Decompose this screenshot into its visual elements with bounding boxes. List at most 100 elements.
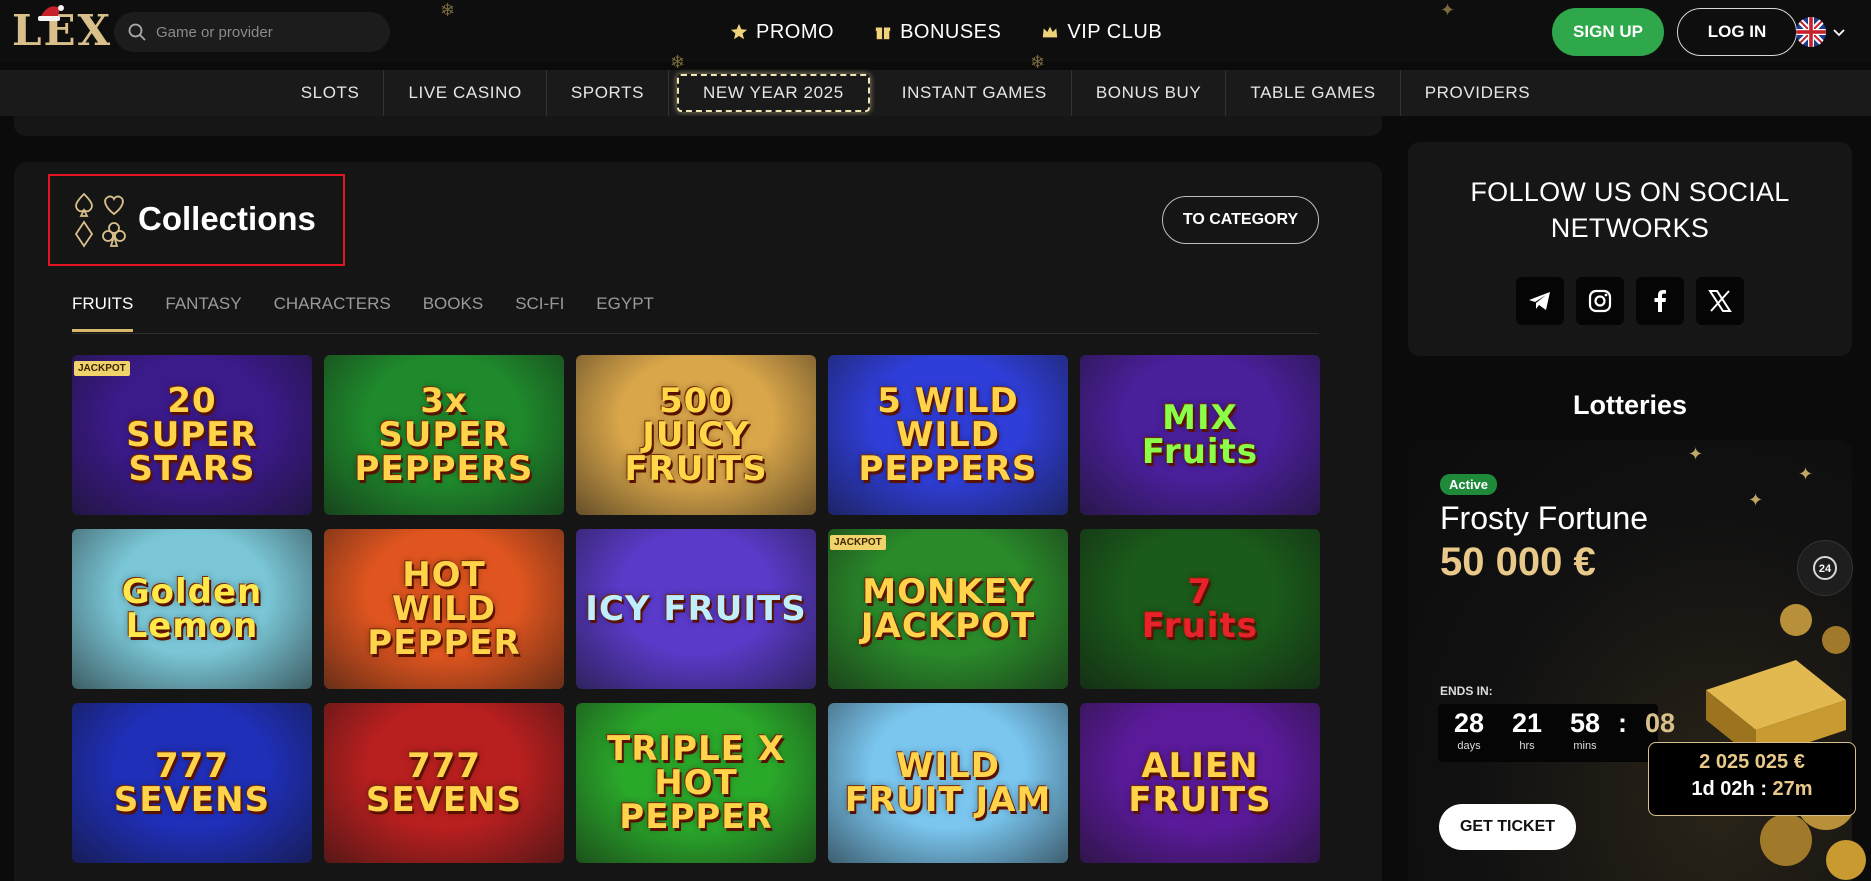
collection-tabs: FRUITS FANTASY CHARACTERS BOOKS SCI-FI E…	[72, 292, 654, 336]
card-suits-icon	[74, 192, 126, 248]
search-input[interactable]	[156, 12, 376, 52]
game-title: WILD FRUIT JAM	[844, 746, 1052, 820]
social-title: FOLLOW US ON SOCIAL NETWORKS	[1470, 177, 1790, 243]
countdown-days: 28 days	[1453, 708, 1485, 752]
game-title: ALIEN FRUITS	[1128, 746, 1272, 820]
nav-bonuses-label: BONUSES	[900, 20, 1002, 43]
search-icon	[128, 23, 146, 41]
jackpot-timer: 1d 02h : 27m	[1691, 778, 1813, 800]
star-icon	[730, 23, 748, 40]
cat-providers[interactable]: PROVIDERS	[1401, 70, 1555, 116]
tab-characters[interactable]: CHARACTERS	[274, 292, 391, 332]
telegram-icon	[1529, 292, 1550, 310]
countdown-mins: 58 mins	[1569, 708, 1601, 752]
nav-bonuses[interactable]: BONUSES	[874, 18, 1001, 46]
facebook-icon	[1654, 290, 1666, 312]
game-card[interactable]: 5 WILD WILD PEPPERS	[828, 355, 1068, 515]
gift-icon	[875, 27, 891, 40]
lottery-prize: 50 000 €	[1440, 540, 1596, 584]
nav-vip-club[interactable]: VIP CLUB	[1041, 18, 1162, 46]
game-title: HOT WILD PEPPER	[367, 555, 521, 663]
nav-promo-label: PROMO	[756, 20, 835, 43]
crown-icon	[1043, 26, 1058, 38]
game-card[interactable]: 777 SEVENS	[324, 703, 564, 863]
game-card[interactable]: MIX Fruits	[1080, 355, 1320, 515]
social-links	[1516, 277, 1744, 325]
x-icon	[1708, 290, 1732, 312]
game-title: 20 SUPER STARS	[126, 381, 258, 489]
game-title: Golden Lemon	[121, 572, 263, 646]
game-card[interactable]: TRIPLE X HOT PEPPER	[576, 703, 816, 863]
cat-bonus-buy[interactable]: BONUS BUY	[1072, 70, 1227, 116]
cat-new-year-2025[interactable]: NEW YEAR 2025	[677, 74, 870, 112]
get-ticket-button[interactable]: GET TICKET	[1439, 804, 1576, 850]
x-button[interactable]	[1696, 277, 1744, 325]
game-card[interactable]: 500 JUICY FRUITS	[576, 355, 816, 515]
site-logo[interactable]: LEX	[12, 5, 110, 54]
jackpot-badge: JACKPOT	[74, 361, 130, 376]
game-title: 3x SUPER PEPPERS	[354, 381, 534, 489]
game-title: 777 SEVENS	[365, 746, 523, 820]
cat-sports[interactable]: SPORTS	[547, 70, 670, 116]
game-card[interactable]: ICY FRUITS	[576, 529, 816, 689]
countdown-separator: :	[1618, 708, 1627, 738]
cat-instant-games[interactable]: INSTANT GAMES	[878, 70, 1072, 116]
lottery-status-badge: Active	[1440, 474, 1498, 495]
game-card[interactable]: ALIEN FRUITS	[1080, 703, 1320, 863]
lotteries-heading: Lotteries	[1572, 390, 1688, 420]
jackpot-amount: 2 025 025 €	[1699, 751, 1805, 773]
game-card[interactable]: 7 Fruits	[1080, 529, 1320, 689]
game-card[interactable]: HOT WILD PEPPER	[324, 529, 564, 689]
tab-fantasy[interactable]: FANTASY	[165, 292, 241, 332]
support-button[interactable]: 24	[1797, 540, 1853, 596]
language-selector[interactable]	[1796, 16, 1856, 48]
svg-text:24: 24	[1819, 563, 1832, 575]
top-header: LEX PROMO BONUSES VIP CLUB SIGN UP LOG I…	[0, 0, 1871, 62]
tabs-divider	[72, 333, 1319, 334]
gold-bars-illustration	[1706, 604, 1866, 880]
signup-button[interactable]: SIGN UP	[1552, 8, 1664, 56]
sparkle-icon: ✦	[1798, 464, 1814, 484]
chevron-down-icon	[1833, 29, 1845, 37]
facebook-button[interactable]	[1636, 277, 1684, 325]
game-title: 777 SEVENS	[113, 746, 271, 820]
login-button[interactable]: LOG IN	[1677, 8, 1797, 56]
lottery-name: Frosty Fortune	[1440, 500, 1649, 536]
game-card[interactable]: Golden Lemon	[72, 529, 312, 689]
sparkle-icon: ✦	[1688, 444, 1704, 464]
tab-egypt[interactable]: EGYPT	[596, 292, 654, 332]
game-grid: JACKPOT 20 SUPER STARS 3x SUPER PEPPERS 500…	[72, 355, 1320, 863]
cat-live-casino[interactable]: LIVE CASINO	[384, 70, 547, 116]
instagram-button[interactable]	[1576, 277, 1624, 325]
game-title: 500 JUICY FRUITS	[624, 381, 768, 489]
tab-sci-fi[interactable]: SCI-FI	[515, 292, 564, 332]
category-nav: SLOTS LIVE CASINO SPORTS NEW YEAR 2025 I…	[0, 70, 1871, 116]
game-card[interactable]: 3x SUPER PEPPERS	[324, 355, 564, 515]
game-card[interactable]: 777 SEVENS	[72, 703, 312, 863]
sparkle-icon: ✦	[1748, 490, 1764, 510]
santa-hat-icon	[38, 5, 64, 21]
collections-title: Collections	[138, 200, 316, 237]
telegram-button[interactable]	[1516, 277, 1564, 325]
game-title: MIX Fruits	[1141, 398, 1259, 472]
nav-promo[interactable]: PROMO	[730, 18, 834, 46]
game-card[interactable]: JACKPOT 20 SUPER STARS	[72, 355, 312, 515]
game-title: MONKEY JACKPOT	[860, 572, 1036, 646]
top-nav: PROMO BONUSES VIP CLUB	[730, 18, 1162, 46]
jackpot-badge: JACKPOT	[830, 535, 886, 550]
jackpot-popup[interactable]: 2 025 025 € 1d 02h : 27m	[1648, 742, 1856, 816]
nav-vip-club-label: VIP CLUB	[1067, 20, 1163, 43]
game-title: 7 Fruits	[1141, 572, 1259, 646]
tab-fruits[interactable]: FRUITS	[72, 292, 134, 332]
to-category-button[interactable]: TO CATEGORY	[1162, 196, 1319, 244]
cat-table-games[interactable]: TABLE GAMES	[1226, 70, 1401, 116]
tab-books[interactable]: BOOKS	[423, 292, 483, 332]
game-title: TRIPLE X HOT PEPPER	[607, 729, 785, 837]
game-card[interactable]: WILD FRUIT JAM	[828, 703, 1068, 863]
game-title: 5 WILD WILD PEPPERS	[858, 381, 1038, 489]
uk-flag-icon	[1796, 17, 1826, 47]
game-card[interactable]: JACKPOT MONKEY JACKPOT	[828, 529, 1068, 689]
cat-slots[interactable]: SLOTS	[277, 70, 385, 116]
countdown-hours: 21 hrs	[1511, 708, 1543, 752]
search-box[interactable]	[114, 12, 390, 52]
